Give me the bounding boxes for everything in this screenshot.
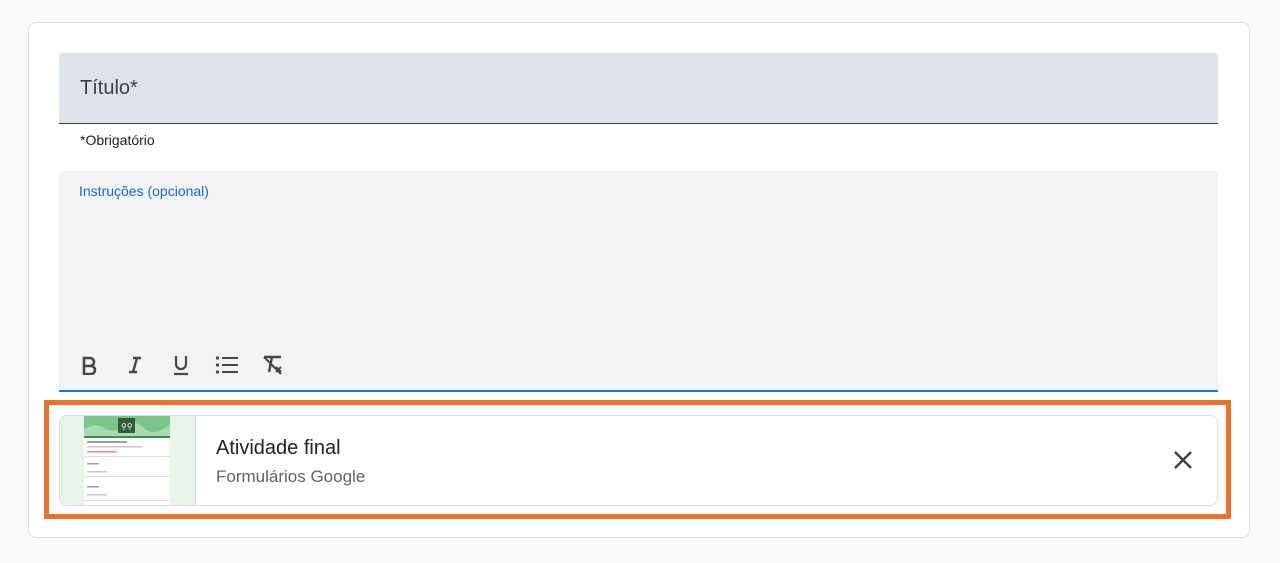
attachment-type: Formulários Google [216,467,366,486]
clear-formatting-button[interactable] [255,349,291,381]
italic-icon [129,356,141,374]
instructions-input[interactable]: Instruções (opcional) [59,171,1218,392]
attachment-title[interactable]: Atividade final [216,437,341,460]
formatting-toolbar [71,349,291,381]
clear-formatting-icon [263,355,282,375]
required-note: *Obrigatório [80,132,155,148]
italic-button[interactable] [117,349,153,381]
title-input-label: Título* [80,77,138,99]
attachment-card[interactable]: ⚲⚲ Atividade final Formulários Google [59,415,1218,506]
bold-icon [82,356,97,375]
close-icon [1174,451,1192,469]
svg-text:⚲⚲: ⚲⚲ [121,422,133,431]
instructions-input-label: Instruções (opcional) [79,183,209,199]
bulleted-list-button[interactable] [209,349,245,381]
title-input[interactable]: Título* [59,53,1218,124]
bulleted-list-icon [215,356,238,374]
underline-button[interactable] [163,349,199,381]
google-forms-thumbnail: ⚲⚲ [60,416,196,505]
bold-button[interactable] [71,349,107,381]
underline-icon [174,356,188,376]
remove-attachment-button[interactable] [1167,444,1199,476]
